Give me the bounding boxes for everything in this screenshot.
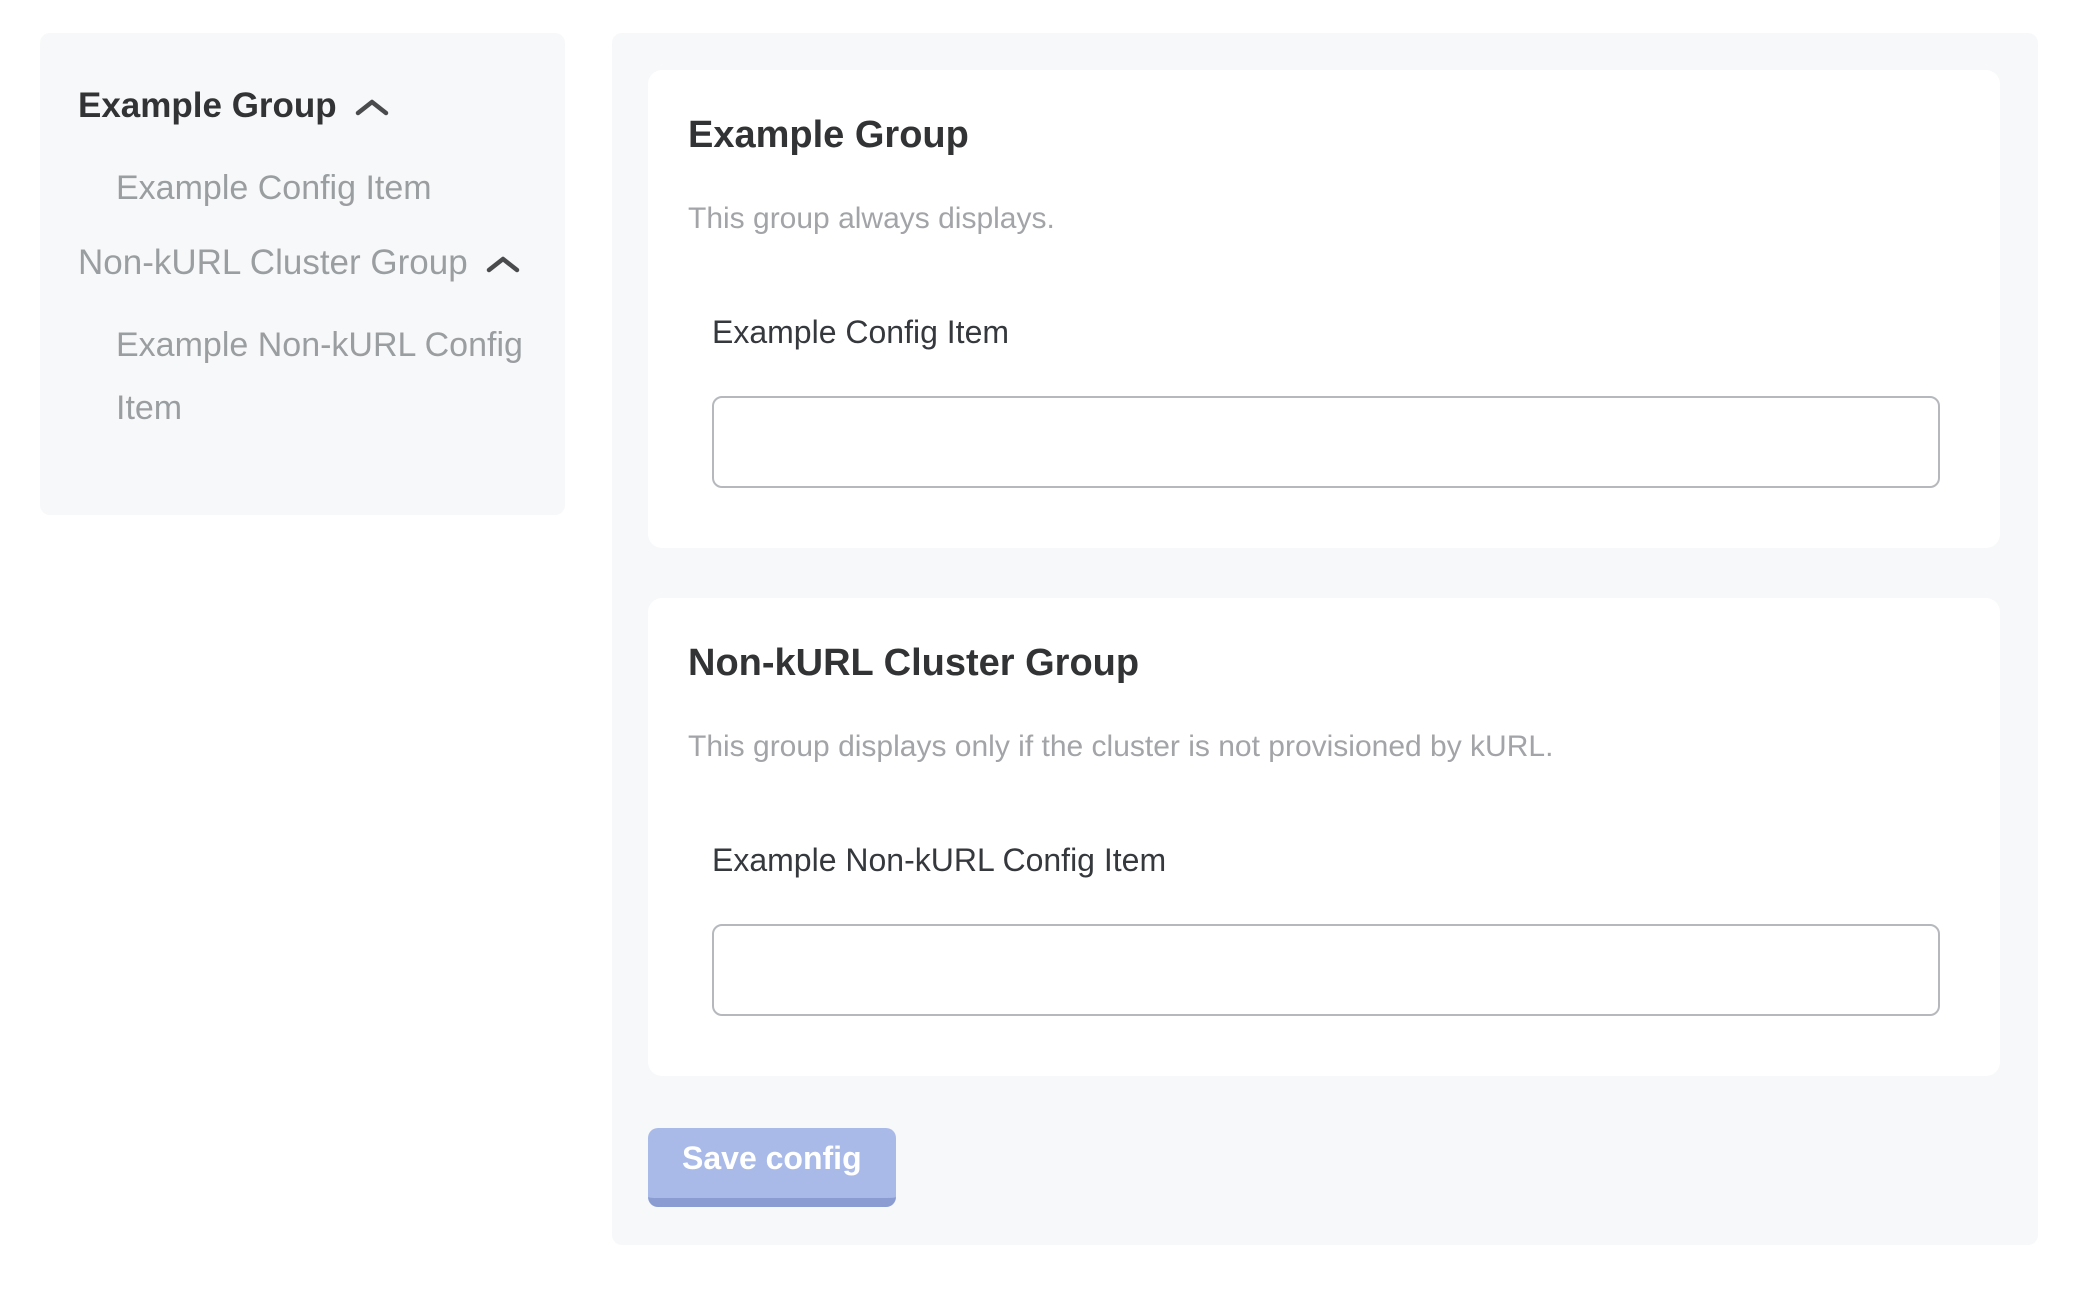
config-page: Example Group Example Config Item Non-kU…: [0, 0, 2084, 1245]
chevron-up-icon: [486, 254, 520, 276]
config-sidebar: Example Group Example Config Item Non-kU…: [40, 33, 565, 515]
config-item-example-non-kurl-config-item: Example Non-kURL Config Item: [712, 841, 1940, 1016]
config-group-description: This group displays only if the cluster …: [688, 728, 1960, 765]
sidebar-group-toggle-example-group[interactable]: Example Group: [78, 85, 535, 127]
config-item-label: Example Non-kURL Config Item: [712, 841, 1940, 880]
sidebar-item-example-config-item[interactable]: Example Config Item: [116, 157, 535, 220]
chevron-up-icon: [355, 97, 389, 119]
config-item-example-config-item: Example Config Item: [712, 313, 1940, 488]
config-group-description: This group always displays.: [688, 200, 1960, 237]
sidebar-group-label: Non-kURL Cluster Group: [78, 242, 468, 284]
config-group-card-non-kurl-cluster-group: Non-kURL Cluster Group This group displa…: [648, 598, 2000, 1076]
sidebar-group-label: Example Group: [78, 85, 337, 127]
config-main-panel: Example Group This group always displays…: [612, 33, 2038, 1245]
sidebar-group-non-kurl-cluster-group: Non-kURL Cluster Group Example Non-kURL …: [78, 242, 535, 440]
config-group-title: Example Group: [688, 112, 1960, 158]
sidebar-group-toggle-non-kurl-cluster-group[interactable]: Non-kURL Cluster Group: [78, 242, 535, 284]
sidebar-group-example-group: Example Group Example Config Item: [78, 85, 535, 220]
config-item-input-example-non-kurl-config-item[interactable]: [712, 924, 1940, 1016]
sidebar-group-items: Example Non-kURL Config Item: [78, 314, 535, 440]
config-group-title: Non-kURL Cluster Group: [688, 640, 1960, 686]
config-item-input-example-config-item[interactable]: [712, 396, 1940, 488]
sidebar-item-example-non-kurl-config-item[interactable]: Example Non-kURL Config Item: [116, 314, 535, 440]
config-group-card-example-group: Example Group This group always displays…: [648, 70, 2000, 548]
save-config-button[interactable]: Save config: [648, 1128, 896, 1207]
sidebar-group-items: Example Config Item: [78, 157, 535, 220]
config-item-label: Example Config Item: [712, 313, 1940, 352]
